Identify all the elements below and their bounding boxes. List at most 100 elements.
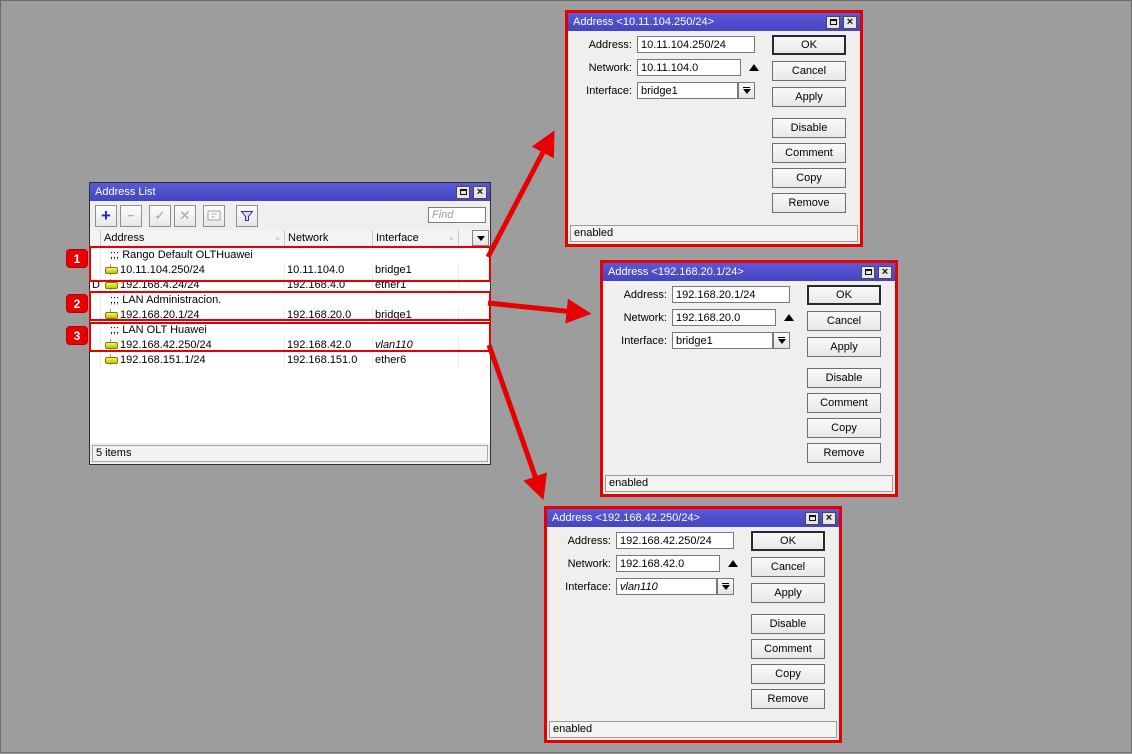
maximize-button[interactable] — [456, 186, 470, 199]
cancel-button[interactable]: Cancel — [751, 557, 825, 577]
interface-label: Interface: — [603, 335, 667, 347]
disable-button[interactable]: Disable — [751, 614, 825, 634]
collapse-up-icon[interactable] — [784, 314, 794, 321]
ok-button[interactable]: OK — [772, 35, 846, 55]
comment-text: ;;; LAN OLT Huawei — [101, 322, 490, 337]
chevron-down-icon — [743, 89, 751, 94]
comment-button[interactable] — [203, 205, 225, 227]
dialog-titlebar[interactable]: Address <192.168.20.1/24> × — [603, 263, 895, 281]
table-row-comment[interactable]: ;;; LAN Administracion. — [90, 292, 490, 307]
ok-button[interactable]: OK — [807, 285, 881, 305]
apply-button[interactable]: Apply — [807, 337, 881, 357]
disable-button[interactable]: Disable — [772, 118, 846, 138]
close-icon: × — [882, 267, 888, 277]
interface-dropdown-button[interactable] — [717, 578, 734, 595]
table-row[interactable]: 192.168.42.250/24 192.168.42.0 vlan110 — [90, 337, 490, 352]
cancel-button[interactable]: Cancel — [772, 61, 846, 81]
plus-icon: + — [101, 209, 111, 223]
item-count: 5 items — [92, 445, 488, 462]
table-row-comment[interactable]: ;;; Rango Default OLTHuawei — [90, 247, 490, 262]
interface-dropdown-button[interactable] — [773, 332, 790, 349]
address-field[interactable] — [616, 532, 734, 549]
copy-button[interactable]: Copy — [807, 418, 881, 438]
address-field[interactable] — [672, 286, 790, 303]
collapse-up-icon[interactable] — [728, 560, 738, 567]
network-label: Network: — [603, 312, 667, 324]
close-icon: × — [826, 513, 832, 523]
interface-cell: vlan110 — [373, 337, 459, 352]
copy-button[interactable]: Copy — [772, 168, 846, 188]
address-field[interactable] — [637, 36, 755, 53]
network-label: Network: — [547, 558, 611, 570]
interface-field[interactable] — [672, 332, 773, 349]
address-cell: 10.11.104.250/24 — [120, 264, 205, 276]
remove-button[interactable]: Remove — [751, 689, 825, 709]
comment-button[interactable]: Comment — [772, 143, 846, 163]
table-row[interactable]: 10.11.104.250/24 10.11.104.0 bridge1 — [90, 262, 490, 277]
maximize-button[interactable] — [805, 512, 819, 525]
column-address[interactable]: Address▲ — [101, 230, 285, 246]
network-cell: 192.168.20.0 — [285, 307, 373, 322]
table-row-comment[interactable]: ;;; LAN OLT Huawei — [90, 322, 490, 337]
add-button[interactable]: + — [95, 205, 117, 227]
column-flags[interactable] — [90, 230, 101, 246]
address-list-titlebar[interactable]: Address List × — [90, 183, 490, 201]
dialog-titlebar[interactable]: Address <192.168.42.250/24> × — [547, 509, 839, 527]
filter-button[interactable] — [236, 205, 258, 227]
remove-button[interactable]: − — [120, 205, 142, 227]
interface-cell: bridge1 — [373, 262, 459, 277]
arrow-2 — [488, 303, 584, 313]
find-input[interactable] — [428, 207, 486, 223]
address-label: Address: — [547, 535, 611, 547]
disable-button[interactable]: Disable — [807, 368, 881, 388]
close-button[interactable]: × — [473, 186, 487, 199]
column-select-button[interactable] — [472, 230, 489, 246]
interface-field[interactable] — [616, 578, 717, 595]
copy-button[interactable]: Copy — [751, 664, 825, 684]
table-row[interactable]: D 192.168.4.24/24 192.168.4.0 ether1 — [90, 277, 490, 292]
apply-button[interactable]: Apply — [751, 583, 825, 603]
comment-icon — [207, 210, 221, 221]
maximize-icon — [809, 515, 816, 521]
address-list-window: Address List × + − ✓ ✕ Address▲ Network … — [89, 182, 491, 465]
table-row[interactable]: 192.168.151.1/24 192.168.151.0 ether6 — [90, 352, 490, 367]
close-button[interactable]: × — [878, 266, 892, 279]
network-field[interactable] — [616, 555, 720, 572]
flag-cell: D — [90, 277, 101, 292]
network-field[interactable] — [672, 309, 776, 326]
dialog-title: Address <10.11.104.250/24> — [571, 16, 823, 28]
column-network[interactable]: Network — [285, 230, 373, 246]
status-bar: 5 items — [90, 443, 490, 464]
filter-funnel-icon — [240, 210, 254, 222]
table-row[interactable]: 192.168.20.1/24 192.168.20.0 bridge1 — [90, 307, 490, 322]
cancel-button[interactable]: Cancel — [807, 311, 881, 331]
comment-button[interactable]: Comment — [807, 393, 881, 413]
close-button[interactable]: × — [843, 16, 857, 29]
comment-text: ;;; LAN Administracion. — [101, 292, 490, 307]
interface-dropdown-button[interactable] — [738, 82, 755, 99]
address-label: Address: — [568, 39, 632, 51]
comment-button[interactable]: Comment — [751, 639, 825, 659]
address-label: Address: — [603, 289, 667, 301]
apply-button[interactable]: Apply — [772, 87, 846, 107]
maximize-button[interactable] — [826, 16, 840, 29]
remove-button[interactable]: Remove — [807, 443, 881, 463]
maximize-button[interactable] — [861, 266, 875, 279]
chevron-down-icon — [722, 585, 730, 590]
close-button[interactable]: × — [822, 512, 836, 525]
ok-button[interactable]: OK — [751, 531, 825, 551]
maximize-icon — [460, 189, 467, 195]
ip-address-icon — [104, 279, 117, 290]
disable-button[interactable]: ✕ — [174, 205, 196, 227]
network-cell: 192.168.42.0 — [285, 337, 373, 352]
remove-button[interactable]: Remove — [772, 193, 846, 213]
network-field[interactable] — [637, 59, 741, 76]
enable-button[interactable]: ✓ — [149, 205, 171, 227]
interface-field[interactable] — [637, 82, 738, 99]
collapse-up-icon[interactable] — [749, 64, 759, 71]
network-cell: 10.11.104.0 — [285, 262, 373, 277]
column-interface[interactable]: Interface▲ — [373, 230, 459, 246]
minus-icon: − — [127, 208, 135, 223]
interface-cell: ether1 — [373, 277, 459, 292]
dialog-titlebar[interactable]: Address <10.11.104.250/24> × — [568, 13, 860, 31]
